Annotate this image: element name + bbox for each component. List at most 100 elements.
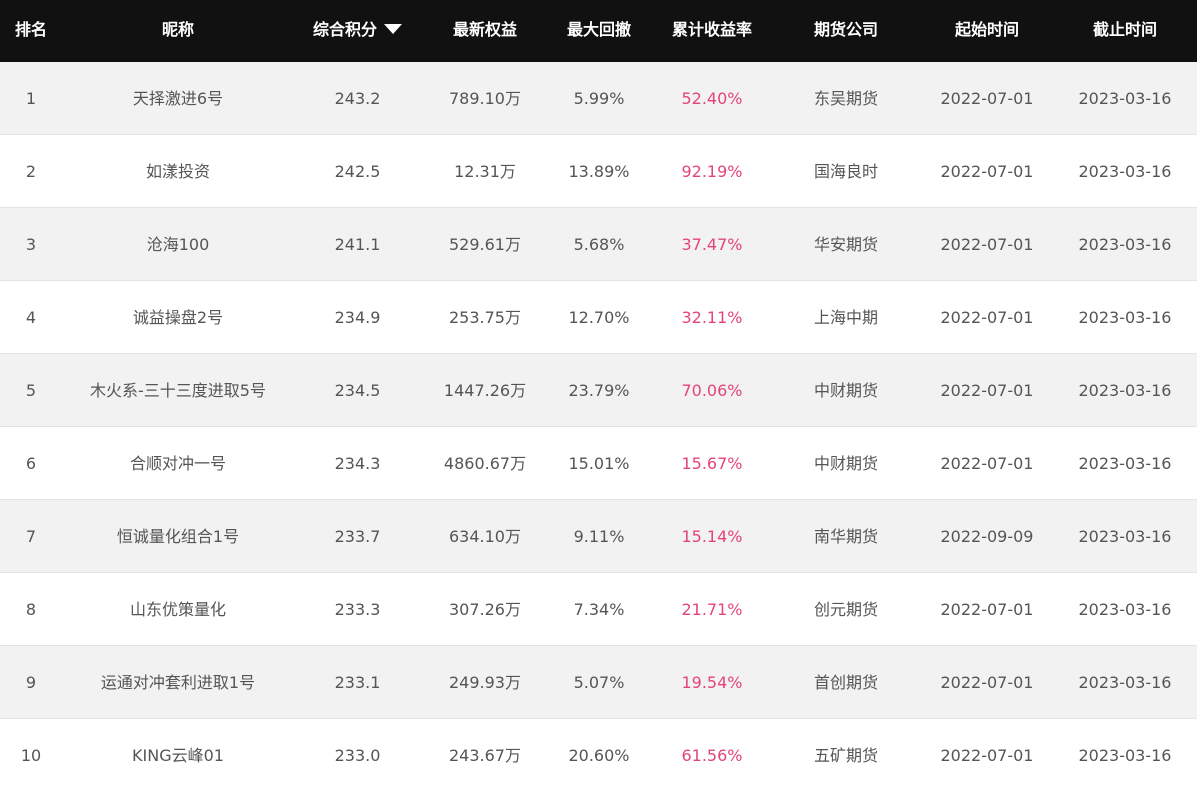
cell-start-time: 2022-07-01 bbox=[940, 162, 1034, 181]
cell-start-time: 2022-07-01 bbox=[940, 673, 1034, 692]
cell-score: 233.1 bbox=[334, 673, 381, 692]
cell-start-time: 2022-07-01 bbox=[940, 235, 1034, 254]
cell-nickname[interactable]: 如漾投资 bbox=[78, 135, 278, 207]
cell-end-time: 2023-03-16 bbox=[1078, 527, 1172, 546]
cell-end-time: 2023-03-16 bbox=[1078, 600, 1172, 619]
table-row[interactable]: 5 木火系-三十三度进取5号 234.5 1447.26万 23.79% 70.06% 中财… bbox=[0, 354, 1197, 427]
cell-score: 233.7 bbox=[334, 527, 381, 546]
cell-nickname[interactable]: 恒诚量化组合1号 bbox=[78, 500, 278, 572]
cell-score: 241.1 bbox=[334, 235, 381, 254]
cell-max-drawdown: 5.68% bbox=[573, 235, 625, 254]
cell-broker: 东吴期货 bbox=[813, 89, 878, 108]
cell-cum-return: 19.54% bbox=[681, 673, 743, 692]
cell-start-time: 2022-07-01 bbox=[940, 381, 1034, 400]
cell-max-drawdown: 7.34% bbox=[573, 600, 625, 619]
cell-max-drawdown: 5.99% bbox=[573, 89, 625, 108]
cell-end-time: 2023-03-16 bbox=[1078, 454, 1172, 473]
cell-max-drawdown: 20.60% bbox=[568, 746, 630, 765]
cell-broker: 首创期货 bbox=[813, 673, 878, 692]
cell-rank: 6 bbox=[25, 454, 37, 473]
cell-score: 234.5 bbox=[334, 381, 381, 400]
cell-rank: 7 bbox=[25, 527, 37, 546]
cell-start-time: 2022-07-01 bbox=[940, 746, 1034, 765]
table-row[interactable]: 7 恒诚量化组合1号 233.7 634.10万 9.11% 15.14% 南华期货 2022… bbox=[0, 500, 1197, 573]
cell-max-drawdown: 5.07% bbox=[573, 673, 625, 692]
cell-broker: 华安期货 bbox=[813, 235, 878, 254]
cell-equity: 307.26万 bbox=[449, 600, 521, 619]
cell-rank: 5 bbox=[25, 381, 37, 400]
cell-nickname[interactable]: 沧海100 bbox=[78, 208, 278, 280]
cell-equity: 12.31万 bbox=[454, 162, 516, 181]
cell-start-time: 2022-07-01 bbox=[940, 308, 1034, 327]
cell-score: 233.0 bbox=[334, 746, 381, 765]
header-max-drawdown[interactable]: 最大回撤 bbox=[545, 0, 653, 62]
cell-broker: 创元期货 bbox=[813, 600, 878, 619]
cell-equity: 249.93万 bbox=[449, 673, 521, 692]
cell-rank: 4 bbox=[25, 308, 37, 327]
cell-equity: 529.61万 bbox=[449, 235, 521, 254]
header-broker[interactable]: 期货公司 bbox=[771, 0, 921, 62]
cell-rank: 9 bbox=[25, 673, 37, 692]
cell-nickname[interactable]: 运通对冲套利进取1号 bbox=[78, 646, 278, 718]
cell-equity: 4860.67万 bbox=[443, 454, 527, 473]
cell-nickname[interactable]: KING云峰01 bbox=[78, 719, 278, 791]
cell-score: 234.9 bbox=[334, 308, 381, 327]
cell-end-time: 2023-03-16 bbox=[1078, 673, 1172, 692]
cell-nickname[interactable]: 天择激进6号 bbox=[78, 62, 278, 134]
cell-nickname[interactable]: 山东优策量化 bbox=[78, 573, 278, 645]
ranking-table: 排名 昵称 综合积分 最新权益 最大回撤 累计收益率 期货公司 起始时间 截止时… bbox=[0, 0, 1197, 791]
cell-score: 243.2 bbox=[334, 89, 381, 108]
table-row[interactable]: 6 合顺对冲一号 234.3 4860.67万 15.01% 15.67% 中财期货 2022… bbox=[0, 427, 1197, 500]
cell-cum-return: 37.47% bbox=[681, 235, 743, 254]
table-row[interactable]: 4 诚益操盘2号 234.9 253.75万 12.70% 32.11% 上海中期 2022-… bbox=[0, 281, 1197, 354]
sort-descending-icon[interactable] bbox=[384, 24, 402, 34]
cell-start-time: 2022-07-01 bbox=[940, 600, 1034, 619]
cell-equity: 789.10万 bbox=[449, 89, 521, 108]
header-score-label: 综合积分 bbox=[312, 20, 377, 39]
cell-end-time: 2023-03-16 bbox=[1078, 89, 1172, 108]
header-nickname[interactable]: 昵称 bbox=[78, 0, 278, 62]
cell-nickname[interactable]: 诚益操盘2号 bbox=[78, 281, 278, 353]
header-start-time[interactable]: 起始时间 bbox=[921, 0, 1053, 62]
cell-cum-return: 92.19% bbox=[681, 162, 743, 181]
cell-cum-return: 32.11% bbox=[681, 308, 743, 327]
header-equity[interactable]: 最新权益 bbox=[425, 0, 545, 62]
cell-max-drawdown: 15.01% bbox=[568, 454, 630, 473]
cell-cum-return: 15.14% bbox=[681, 527, 743, 546]
table-row[interactable]: 10 KING云峰01 233.0 243.67万 20.60% 61.56% 五矿期货 20… bbox=[0, 719, 1197, 791]
cell-nickname[interactable]: 木火系-三十三度进取5号 bbox=[78, 354, 278, 426]
cell-end-time: 2023-03-16 bbox=[1078, 308, 1172, 327]
header-rank[interactable]: 排名 bbox=[0, 0, 62, 62]
cell-equity: 253.75万 bbox=[449, 308, 521, 327]
cell-equity: 243.67万 bbox=[449, 746, 521, 765]
cell-broker: 中财期货 bbox=[813, 381, 878, 400]
cell-max-drawdown: 13.89% bbox=[568, 162, 630, 181]
table-row[interactable]: 1 天择激进6号 243.2 789.10万 5.99% 52.40% 东吴期货 2022-0… bbox=[0, 62, 1197, 135]
table-header: 排名 昵称 综合积分 最新权益 最大回撤 累计收益率 期货公司 起始时间 截止时… bbox=[0, 0, 1197, 62]
cell-equity: 634.10万 bbox=[449, 527, 521, 546]
cell-broker: 南华期货 bbox=[813, 527, 878, 546]
header-score[interactable]: 综合积分 bbox=[290, 0, 425, 62]
table-row[interactable]: 2 如漾投资 242.5 12.31万 13.89% 92.19% 国海良时 2022-07-… bbox=[0, 135, 1197, 208]
table-row[interactable]: 9 运通对冲套利进取1号 233.1 249.93万 5.07% 19.54% 首创期货 20… bbox=[0, 646, 1197, 719]
header-cum-return[interactable]: 累计收益率 bbox=[653, 0, 771, 62]
cell-end-time: 2023-03-16 bbox=[1078, 162, 1172, 181]
cell-cum-return: 70.06% bbox=[681, 381, 743, 400]
cell-rank: 3 bbox=[25, 235, 37, 254]
cell-broker: 国海良时 bbox=[813, 162, 878, 181]
cell-end-time: 2023-03-16 bbox=[1078, 381, 1172, 400]
cell-rank: 1 bbox=[25, 89, 37, 108]
header-end-time[interactable]: 截止时间 bbox=[1053, 0, 1197, 62]
cell-broker: 五矿期货 bbox=[813, 746, 878, 765]
cell-nickname[interactable]: 合顺对冲一号 bbox=[78, 427, 278, 499]
cell-rank: 8 bbox=[25, 600, 37, 619]
cell-end-time: 2023-03-16 bbox=[1078, 746, 1172, 765]
cell-cum-return: 15.67% bbox=[681, 454, 743, 473]
cell-start-time: 2022-07-01 bbox=[940, 454, 1034, 473]
cell-max-drawdown: 23.79% bbox=[568, 381, 630, 400]
table-row[interactable]: 3 沧海100 241.1 529.61万 5.68% 37.47% 华安期货 2022-07… bbox=[0, 208, 1197, 281]
cell-rank: 10 bbox=[20, 746, 42, 765]
cell-broker: 上海中期 bbox=[813, 308, 878, 327]
table-row[interactable]: 8 山东优策量化 233.3 307.26万 7.34% 21.71% 创元期货 2022-0… bbox=[0, 573, 1197, 646]
cell-score: 242.5 bbox=[334, 162, 381, 181]
